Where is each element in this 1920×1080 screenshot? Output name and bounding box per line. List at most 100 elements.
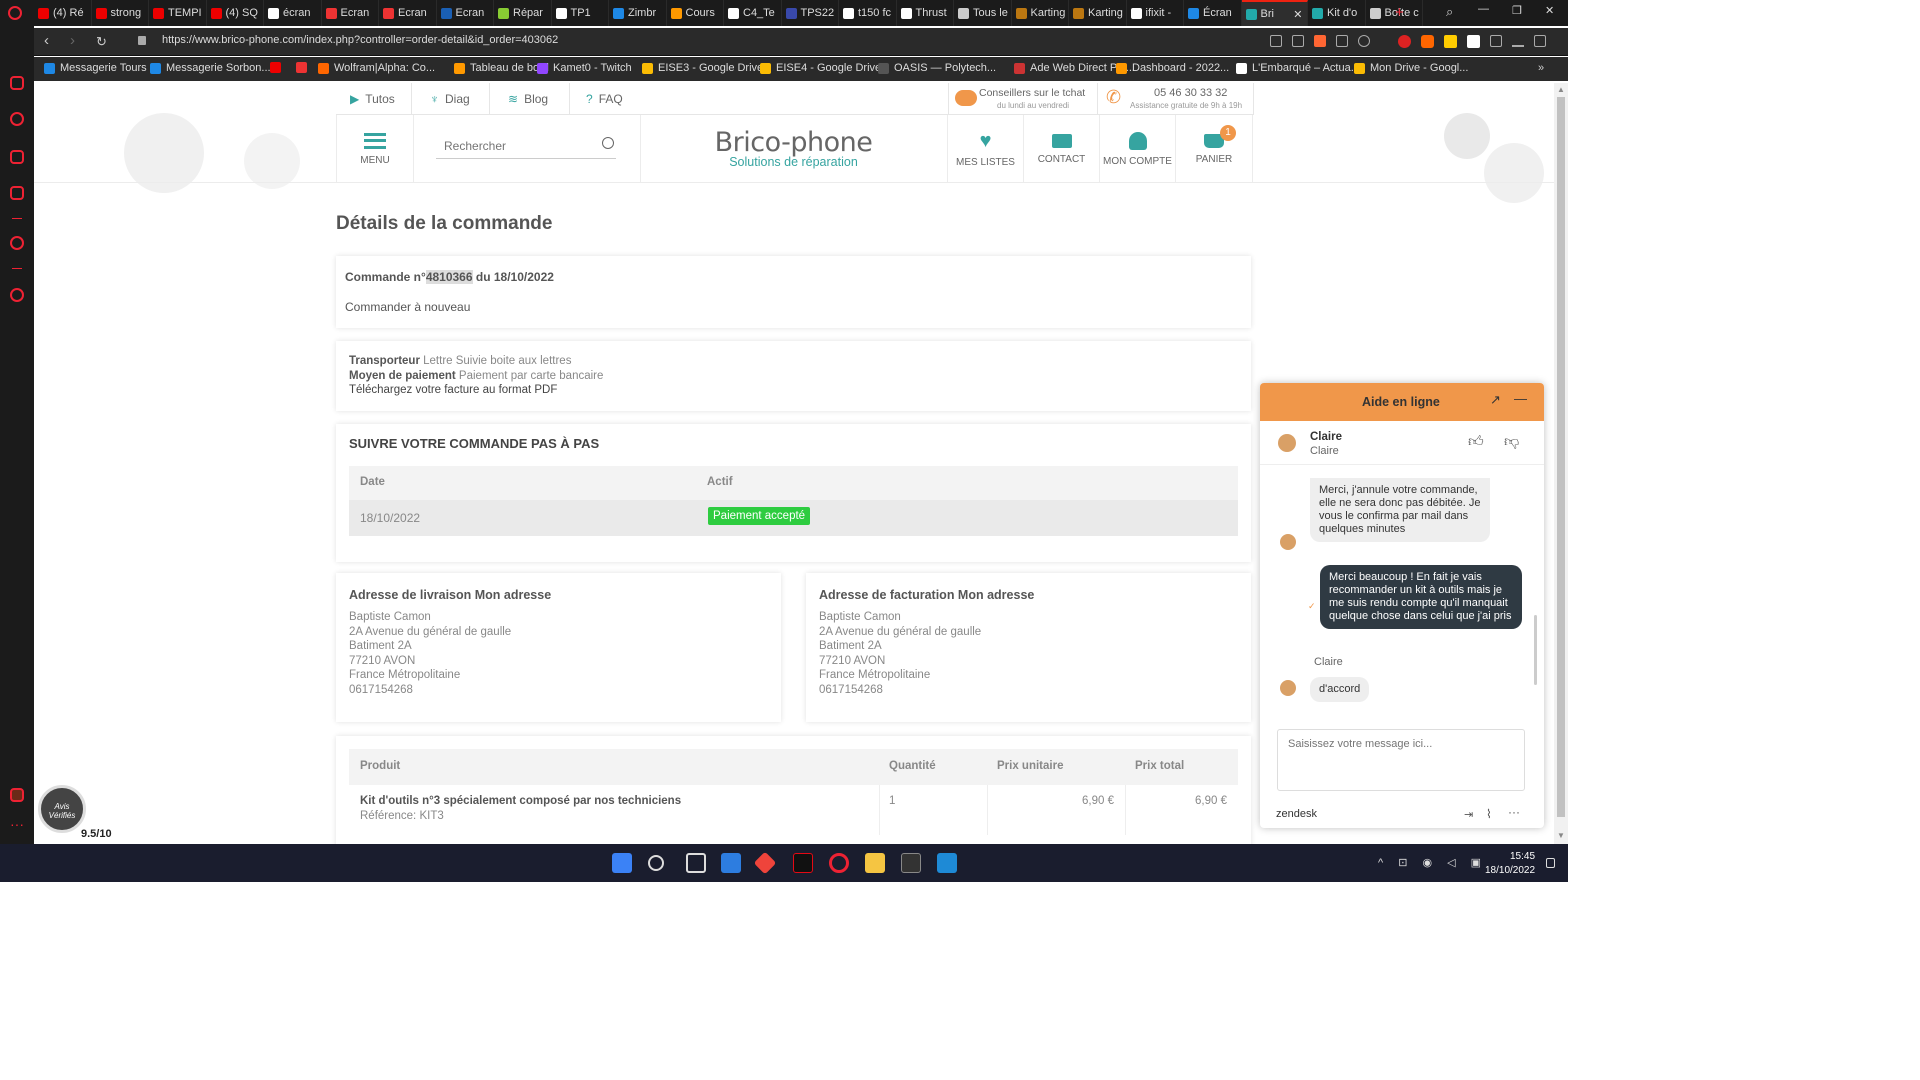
contact-link[interactable]: CONTACT [1023,115,1099,183]
windows-start-icon[interactable] [612,853,632,873]
opera-logo-icon[interactable] [8,6,22,20]
site-logo[interactable]: Brico-phone Solutions de réparation [640,115,946,183]
my-lists-link[interactable]: ♥ MES LISTES [947,115,1023,183]
thumbs-up-icon[interactable]: 👍︎ [1468,433,1484,451]
bookmark-item[interactable]: Messagerie Tours [44,62,147,74]
browser-tab[interactable]: Ecran [437,0,494,26]
reorder-link[interactable]: Commander à nouveau [345,300,470,314]
chat-banner[interactable]: Conseillers sur le tchat du lundi au ven… [948,83,1098,115]
menu-button[interactable]: MENU [336,115,414,183]
browser-tab[interactable]: TP1 [552,0,609,26]
url-field[interactable]: https://www.brico-phone.com/index.php?co… [162,34,558,46]
back-icon[interactable]: ‹ [44,32,49,49]
browser-tab[interactable]: TPS22 [782,0,839,26]
scroll-thumb[interactable] [1557,97,1565,817]
settings-sidebar-icon[interactable] [10,788,24,802]
netflix-icon[interactable] [793,853,813,873]
extensions-icon[interactable] [1490,35,1502,47]
my-account-link[interactable]: MON COMPTE [1099,115,1175,183]
nav-faq[interactable]: ? FAQ [572,83,648,115]
browser-tab[interactable]: Karting [1012,0,1069,26]
bookmark-item[interactable]: Tableau de bord [454,62,549,74]
bookmark-item[interactable]: L'Embarqué – Actua... [1236,62,1360,74]
messenger-icon[interactable] [10,76,24,90]
invoice-pdf-link[interactable]: Téléchargez votre facture au format PDF [349,383,603,398]
reload-icon[interactable]: ↻ [96,34,107,50]
honey-icon[interactable] [1444,35,1457,48]
close-window-button[interactable]: ✕ [1545,4,1554,17]
bookmark-item[interactable]: Mon Drive - Googl... [1354,62,1468,74]
bookmark-item[interactable]: Dashboard - 2022... [1116,62,1229,74]
close-tab-icon[interactable]: ✕ [1293,8,1302,21]
notification-icon[interactable] [1546,858,1555,868]
browser-tab[interactable]: Karting [1069,0,1127,26]
browser-tab[interactable]: (4) SQ [207,0,264,26]
thumbs-down-icon[interactable]: 👎︎ [1504,433,1519,451]
bookmark-item[interactable]: EISE4 - Google Drive [760,62,881,74]
download-icon[interactable] [1512,35,1524,47]
search-tabs-icon[interactable]: ⌕ [1446,4,1453,20]
player-icon[interactable] [10,236,24,250]
browser-tab[interactable]: Écran [1184,0,1242,26]
menu-icon[interactable] [1534,35,1546,47]
cart-link[interactable]: PANIER 1 [1175,115,1253,183]
browser-tab[interactable]: TEMPI [149,0,207,26]
heart-icon[interactable] [1358,35,1370,47]
page-scrollbar[interactable]: ▲ ▼ [1554,83,1568,844]
search-box[interactable] [436,135,616,159]
file-explorer-icon[interactable] [865,853,885,873]
minimize-window-button[interactable]: — [1478,3,1489,15]
browser-tab[interactable]: Tous le [954,0,1012,26]
scroll-up-icon[interactable]: ▲ [1557,85,1565,94]
brave-icon[interactable] [1421,35,1434,48]
popout-icon[interactable]: ↗ [1490,392,1501,408]
bookmark-item[interactable] [296,62,312,73]
camera-icon[interactable] [1292,35,1304,47]
bookmark-item[interactable]: Kamet0 - Twitch [537,62,632,74]
browser-tab[interactable]: Cours [667,0,724,26]
restore-window-button[interactable]: ❐ [1512,4,1522,17]
search-icon[interactable] [602,137,614,149]
attachment-icon[interactable]: ⌇ [1486,807,1492,821]
chat-scrollbar[interactable] [1534,615,1537,685]
minimize-chat-button[interactable]: — [1514,391,1527,406]
nav-blog[interactable]: ≋ Blog [494,83,570,115]
scroll-down-icon[interactable]: ▼ [1557,831,1565,840]
cube-icon[interactable] [1336,35,1348,47]
browser-tab[interactable]: Ecran [379,0,437,26]
search-input[interactable] [436,135,586,157]
browser-tab[interactable]: Ecran [322,0,379,26]
more-options-icon[interactable]: ··· [1508,805,1520,819]
phone-banner[interactable]: ✆ 05 46 30 33 32 Assistance gratuite de … [1100,83,1254,115]
history-icon[interactable] [10,288,24,302]
chat-message-input[interactable] [1277,729,1525,791]
nav-tutos[interactable]: ▶ Tutos [336,83,412,115]
clock-date[interactable]: 18/10/2022 [1485,865,1535,876]
bookmark-item[interactable]: OASIS — Polytech... [878,62,996,74]
search-taskbar-icon[interactable] [648,855,664,871]
browser-tab[interactable]: Zimbr [609,0,667,26]
vpn-shield-icon[interactable] [1314,35,1326,47]
forward-icon[interactable]: › [70,32,75,49]
speed-dial-icon[interactable] [10,112,24,126]
anydesk-icon[interactable] [753,851,777,875]
more-sidebar-icon[interactable]: ··· [10,816,24,832]
product-name[interactable]: Kit d'outils n°3 spécialement composé pa… [360,795,681,807]
vscode-icon[interactable] [937,853,957,873]
bookmarks-overflow-icon[interactable]: » [1538,62,1544,74]
browser-tab[interactable]: strong [92,0,149,26]
browser-tab[interactable]: écran [264,0,322,26]
system-tray-icons[interactable]: ^ ⊡ ◉ ◁ ▣ [1378,856,1487,869]
adblock-icon[interactable] [1398,35,1411,48]
new-tab-button[interactable]: + [1395,4,1404,21]
browser-tab[interactable]: Bri ✕ [1241,0,1308,26]
browser-tab[interactable]: (4) Ré [34,0,92,26]
nav-diag[interactable]: ♆ Diag [416,83,490,115]
shopping-icon[interactable] [10,150,24,164]
wordtune-icon[interactable] [1467,35,1480,48]
bookmark-item[interactable] [270,62,286,73]
browser-tab[interactable]: Thrust [897,0,954,26]
browser-tab[interactable]: Répar [494,0,552,26]
end-chat-icon[interactable]: ⇥ [1464,808,1473,821]
browser-tab[interactable]: t150 fc [839,0,897,26]
